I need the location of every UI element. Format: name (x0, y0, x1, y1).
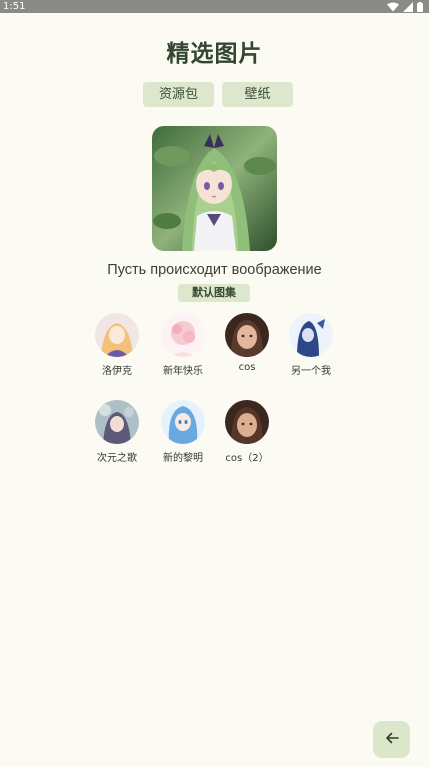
wifi-icon (387, 2, 399, 12)
avatar-label: cos (238, 362, 256, 373)
arrow-left-icon (384, 730, 400, 750)
status-icons (387, 1, 423, 12)
avatar-image (289, 313, 333, 357)
album-chip[interactable]: 默认图集 (178, 284, 250, 302)
status-time: 1:51 (3, 1, 26, 12)
avatar-image (161, 400, 205, 444)
back-button[interactable] (373, 721, 410, 758)
hero-caption: Пусть происходит воображение (107, 262, 322, 278)
tab-resource-pack[interactable]: 资源包 (143, 82, 214, 107)
featured-image[interactable] (152, 126, 277, 251)
avatar-image (225, 313, 269, 357)
avatar-image (225, 400, 269, 444)
avatar-image (161, 313, 205, 357)
avatar-item[interactable]: cos (212, 313, 282, 373)
avatar-item[interactable]: cos（2） (212, 400, 282, 464)
avatar-label: 次元之歌 (97, 453, 137, 464)
avatar-label: 洛伊克 (102, 366, 132, 377)
avatar-item[interactable]: 洛伊克 (82, 313, 152, 377)
avatar-label: 另一个我 (291, 366, 331, 377)
status-bar: 1:51 (0, 0, 429, 13)
avatar-item[interactable]: 次元之歌 (82, 400, 152, 464)
tab-wallpaper[interactable]: 壁纸 (222, 82, 293, 107)
page-title: 精选图片 (166, 41, 263, 67)
avatar-item[interactable]: 新年快乐 (148, 313, 218, 377)
avatar-image (95, 313, 139, 357)
signal-icon (403, 1, 413, 12)
avatar-image (95, 400, 139, 444)
battery-icon (417, 1, 423, 12)
avatar-item[interactable]: 另一个我 (276, 313, 346, 377)
avatar-label: 新的黎明 (163, 453, 203, 464)
avatar-label: 新年快乐 (163, 366, 203, 377)
avatar-label: cos（2） (225, 453, 269, 464)
avatar-item[interactable]: 新的黎明 (148, 400, 218, 464)
